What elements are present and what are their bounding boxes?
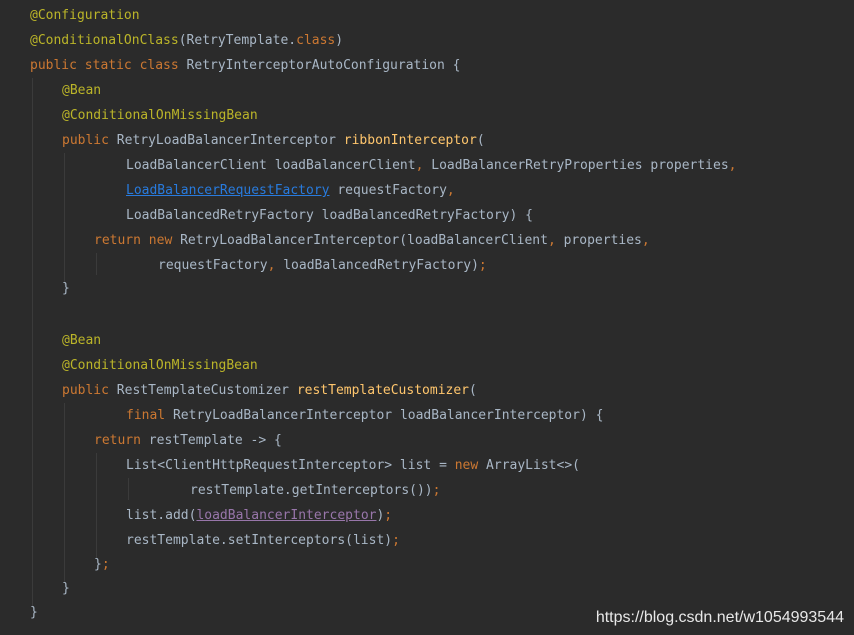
code-token: requestFactory — [329, 183, 447, 198]
keyword: return — [94, 433, 149, 448]
code-line: restTemplate.setInterceptors(list); — [126, 528, 400, 553]
code-line: requestFactory, loadBalancedRetryFactory… — [158, 253, 487, 278]
code-token: restTemplate.setInterceptors(list) — [126, 533, 393, 548]
code-token: LoadBalancerRetryProperties properties — [431, 158, 729, 173]
annotation: @ConditionalOnMissingBean — [62, 108, 258, 123]
code-token: } — [94, 557, 102, 572]
code-line: } — [62, 576, 70, 601]
keyword: ; — [432, 483, 441, 498]
keyword: return new — [94, 233, 181, 248]
code-line: } — [30, 600, 38, 625]
keyword: public static class — [30, 58, 187, 73]
indent-guide — [64, 153, 65, 285]
keyword: ; — [392, 533, 400, 548]
code-line: @Configuration — [30, 3, 140, 28]
keyword: , — [415, 158, 432, 173]
keyword: class — [296, 33, 336, 48]
code-token: ( — [476, 133, 485, 148]
keyword: ; — [384, 508, 393, 523]
code-token: restTemplate -> { — [148, 433, 282, 448]
keyword: , — [267, 258, 284, 273]
code-token: ) — [335, 33, 344, 48]
code-token: loadBalancedRetryFactory) — [283, 258, 479, 273]
code-line: } — [62, 276, 70, 301]
code-token: List<ClientHttpRequestInterceptor> list … — [126, 458, 455, 473]
code-line: LoadBalancerClient loadBalancerClient, L… — [126, 153, 737, 178]
keyword: , — [728, 158, 737, 173]
watermark-text: https://blog.csdn.net/w1054993544 — [595, 609, 844, 626]
method-name: ribbonInterceptor — [343, 133, 477, 148]
keyword: , — [446, 183, 455, 198]
code-line: public static class RetryInterceptorAuto… — [30, 53, 460, 78]
code-editor[interactable]: @Configuration @ConditionalOnClass(RetryT… — [0, 0, 854, 635]
code-token: restTemplate.getInterceptors()) — [190, 483, 433, 498]
field-reference[interactable]: loadBalancerInterceptor — [196, 508, 376, 523]
code-token: RetryLoadBalancerInterceptor(loadBalance… — [180, 233, 548, 248]
code-line: restTemplate.getInterceptors()); — [190, 478, 440, 503]
indent-guide — [96, 453, 97, 558]
annotation: @Bean — [62, 83, 102, 98]
code-line: return new RetryLoadBalancerInterceptor(… — [94, 228, 650, 253]
code-token: list.add( — [126, 508, 197, 523]
code-token: (RetryTemplate. — [178, 33, 297, 48]
code-token: LoadBalancedRetryFactory loadBalancedRet… — [126, 208, 533, 223]
code-token: RestTemplateCustomizer — [116, 383, 297, 398]
code-line: @ConditionalOnClass(RetryTemplate.class) — [30, 28, 343, 53]
annotation: @Bean — [62, 333, 102, 348]
code-token: LoadBalancerClient loadBalancerClient — [126, 158, 416, 173]
code-token: ( — [469, 383, 477, 398]
indent-guide — [128, 478, 129, 500]
code-line: public RetryLoadBalancerInterceptor ribb… — [62, 128, 485, 153]
code-token: requestFactory — [158, 258, 268, 273]
annotation: @ConditionalOnClass — [30, 33, 179, 48]
code-line: @ConditionalOnMissingBean — [62, 353, 258, 378]
annotation: @ConditionalOnMissingBean — [62, 358, 258, 373]
keyword: , — [641, 233, 650, 248]
indent-guide — [64, 403, 65, 583]
code-token: RetryInterceptorAutoConfiguration { — [186, 58, 461, 73]
code-line: }; — [94, 552, 110, 577]
code-line: List<ClientHttpRequestInterceptor> list … — [126, 453, 580, 478]
keyword: ; — [478, 258, 487, 273]
code-line: LoadBalancedRetryFactory loadBalancedRet… — [126, 203, 533, 228]
code-token: RetryLoadBalancerInterceptor — [116, 133, 344, 148]
method-name: restTemplateCustomizer — [296, 383, 469, 398]
code-token: } — [30, 605, 38, 620]
code-line: list.add(loadBalancerInterceptor); — [126, 503, 392, 528]
keyword: , — [547, 233, 564, 248]
code-token: RetryLoadBalancerInterceptor loadBalance… — [172, 408, 604, 423]
code-line: @ConditionalOnMissingBean — [62, 103, 258, 128]
type-link[interactable]: LoadBalancerRequestFactory — [126, 183, 330, 198]
keyword: ; — [101, 557, 110, 572]
keyword: public — [62, 133, 117, 148]
keyword: final — [126, 408, 173, 423]
code-line: @Bean — [62, 78, 101, 103]
code-line: @Bean — [62, 328, 101, 353]
code-line: final RetryLoadBalancerInterceptor loadB… — [126, 403, 603, 428]
keyword: new — [454, 458, 487, 473]
indent-guide — [32, 78, 33, 608]
code-line: LoadBalancerRequestFactory requestFactor… — [126, 178, 455, 203]
annotation: @Configuration — [30, 8, 140, 23]
code-line: return restTemplate -> { — [94, 428, 282, 453]
code-token: properties — [563, 233, 642, 248]
indent-guide — [96, 253, 97, 275]
code-token: } — [62, 281, 70, 296]
code-token: ArrayList<>( — [486, 458, 580, 473]
keyword: public — [62, 383, 117, 398]
code-token: } — [62, 581, 70, 596]
code-line: public RestTemplateCustomizer restTempla… — [62, 378, 477, 403]
